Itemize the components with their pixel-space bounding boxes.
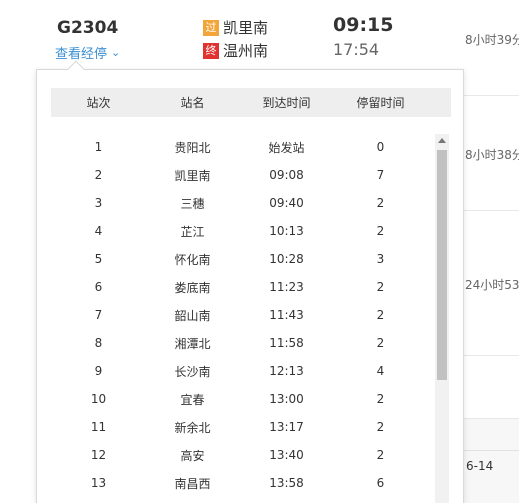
table-row: 3 三穗 09:40 2 — [51, 189, 431, 217]
stay-time: 6 — [376, 476, 385, 490]
stay-time: 2 — [376, 196, 385, 210]
scroll-thumb[interactable] — [437, 150, 447, 380]
arrive-time: 10:13 — [269, 224, 304, 238]
stop-no: 2 — [94, 168, 103, 182]
arrive-time: 12:13 — [269, 364, 304, 378]
arrive-time: 09:40 — [269, 196, 304, 210]
arrive-time: 13:17 — [269, 420, 304, 434]
depart-time: 09:15 — [333, 14, 394, 36]
arrive-time: 09:08 — [269, 168, 304, 182]
from-station-name: 凯里南 — [223, 19, 269, 37]
to-station-name: 温州南 — [223, 42, 269, 60]
table-row: 11 新余北 13:17 2 — [51, 413, 431, 441]
stay-time: 7 — [376, 168, 385, 182]
arrive-time: 13:58 — [269, 476, 304, 490]
arrive-time: 10:28 — [269, 252, 304, 266]
table-row: 12 高安 13:40 2 — [51, 441, 431, 469]
arrive-time: 13:40 — [269, 448, 304, 462]
stay-time: 2 — [376, 224, 385, 238]
duration-row-2: 8小时38分 — [465, 148, 519, 162]
stay-time: 2 — [376, 280, 385, 294]
station-name: 韶山南 — [174, 308, 211, 323]
stay-time: 2 — [376, 420, 385, 434]
header-stay-time: 停留时间 — [356, 96, 405, 110]
date-label[interactable]: 6-14 — [466, 459, 493, 473]
row-divider — [463, 95, 519, 96]
to-station: 终 温州南 — [203, 40, 268, 61]
view-stops-label: 查看经停 — [55, 47, 108, 62]
table-row: 1 贵阳北 始发站 0 — [51, 133, 431, 161]
scrollbar[interactable] — [435, 134, 449, 503]
table-row: 8 湘潭北 11:58 2 — [51, 329, 431, 357]
table-row: 5 怀化南 10:28 3 — [51, 245, 431, 273]
table-row: 7 韶山南 11:43 2 — [51, 301, 431, 329]
stop-no: 6 — [94, 280, 103, 294]
duration-row-1: 8小时39分 — [465, 33, 519, 47]
station-name: 三穗 — [180, 196, 205, 211]
stay-time: 2 — [376, 448, 385, 462]
arrive-time: 17:54 — [333, 40, 380, 59]
table-row: 2 凯里南 09:08 7 — [51, 161, 431, 189]
pass-station-tag: 过 — [203, 19, 219, 36]
header-stop-no: 站次 — [86, 96, 111, 110]
station-name: 高安 — [180, 448, 205, 463]
stop-no: 12 — [90, 448, 107, 462]
view-stops-toggle[interactable]: 查看经停 ⌄ — [55, 43, 120, 62]
header-station-name: 站名 — [180, 96, 205, 110]
table-row: 9 长沙南 12:13 4 — [51, 357, 431, 385]
stop-no: 10 — [90, 392, 107, 406]
stop-no: 7 — [94, 308, 103, 322]
stay-time: 2 — [376, 336, 385, 350]
stop-no: 5 — [94, 252, 103, 266]
station-name: 贵阳北 — [174, 140, 211, 155]
stop-no: 3 — [94, 196, 103, 210]
station-name: 湘潭北 — [174, 336, 211, 351]
arrive-time: 11:58 — [269, 336, 304, 350]
arrive-time: 13:00 — [269, 392, 304, 406]
station-name: 芷江 — [180, 224, 205, 239]
chevron-down-icon: ⌄ — [111, 46, 121, 59]
stay-time: 4 — [376, 364, 385, 378]
table-row: 6 娄底南 11:23 2 — [51, 273, 431, 301]
train-number[interactable]: G2304 — [57, 18, 118, 38]
station-name: 长沙南 — [174, 364, 211, 379]
station-name: 宜春 — [180, 392, 205, 407]
table-row: 13 南昌西 13:58 6 — [51, 469, 431, 497]
stop-no: 11 — [90, 420, 107, 434]
stop-no: 8 — [94, 336, 103, 350]
arrive-time: 11:23 — [269, 280, 304, 294]
row-divider — [463, 210, 519, 211]
arrive-time: 11:43 — [269, 308, 304, 322]
stop-no: 4 — [94, 224, 103, 238]
stops-table-body: 1 贵阳北 始发站 0 2 凯里南 09:08 7 3 三穗 09:40 2 4… — [51, 133, 431, 497]
row-divider — [463, 450, 519, 451]
scroll-up-arrow-icon[interactable] — [438, 138, 446, 143]
station-name: 娄底南 — [174, 280, 211, 295]
row-divider — [463, 418, 519, 419]
stay-time: 3 — [376, 252, 385, 266]
stop-no: 13 — [90, 476, 107, 490]
table-row: 10 宜春 13:00 2 — [51, 385, 431, 413]
from-station: 过 凯里南 — [203, 17, 268, 38]
stay-time: 2 — [376, 308, 385, 322]
header-arrive-time: 到达时间 — [262, 96, 311, 110]
row-divider — [463, 355, 519, 356]
duration-row-3: 24小时53分 — [465, 278, 519, 292]
table-row: 4 芷江 10:13 2 — [51, 217, 431, 245]
station-name: 凯里南 — [174, 168, 211, 183]
station-name: 南昌西 — [174, 476, 211, 491]
arrive-time: 始发站 — [268, 140, 305, 155]
stop-no: 9 — [94, 364, 103, 378]
terminal-station-tag: 终 — [203, 42, 219, 59]
stops-table-header: 站次 站名 到达时间 停留时间 — [51, 88, 451, 117]
station-name: 新余北 — [174, 420, 211, 435]
stop-no: 1 — [94, 140, 103, 154]
station-name: 怀化南 — [174, 252, 211, 267]
train-search-page: G2304 查看经停 ⌄ 过 凯里南 终 温州南 09:15 17:54 8小时… — [0, 0, 519, 503]
stay-time: 0 — [376, 140, 385, 154]
stay-time: 2 — [376, 392, 385, 406]
